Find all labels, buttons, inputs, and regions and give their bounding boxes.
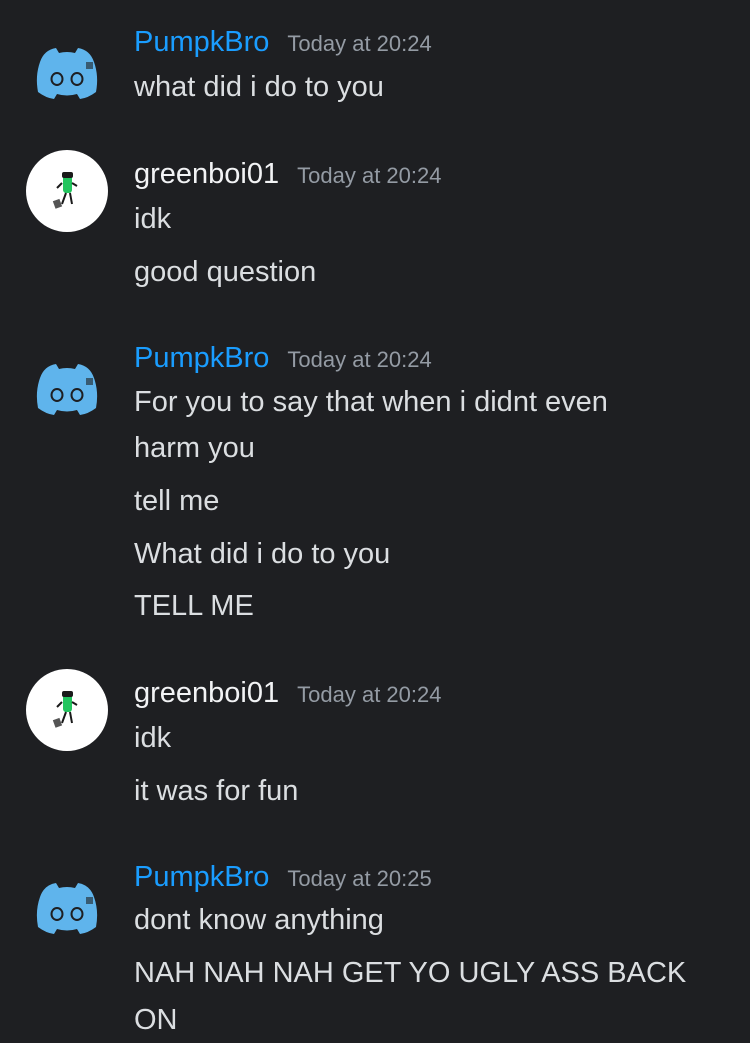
username[interactable]: PumpkBro [134,859,269,895]
discord-default-avatar-icon [36,883,98,934]
message-header: PumpkBro Today at 20:24 [134,340,432,376]
message-line: For you to say that when i didnt even [134,386,608,418]
message-line: good question [134,256,317,288]
message-header: PumpkBro Today at 20:25 [134,859,432,895]
discord-default-avatar-icon [36,364,98,415]
message-line: NAH NAH NAH GET YO UGLY ASS BACK [134,957,687,989]
message-header: PumpkBro Today at 20:24 [134,24,432,60]
avatar[interactable] [26,150,108,232]
message-line: idk [134,203,172,235]
message-line: idk [134,722,172,754]
timestamp: Today at 20:24 [297,163,442,188]
message-line: it was for fun [134,775,299,807]
green-character-avatar-icon [52,172,78,209]
message-line: what did i do to you [134,71,384,103]
avatar[interactable] [26,669,108,751]
username[interactable]: PumpkBro [134,340,269,376]
message-line: ON [134,1004,178,1036]
message-line: What did i do to you [134,538,391,570]
avatar[interactable] [26,348,108,430]
timestamp: Today at 20:24 [287,31,432,56]
timestamp: Today at 20:24 [287,347,432,372]
avatar[interactable] [26,32,108,114]
message-line: dont know anything [134,904,384,936]
discord-default-avatar-icon [36,48,98,99]
green-character-avatar-icon [52,691,78,728]
timestamp: Today at 20:25 [287,866,432,891]
username[interactable]: PumpkBro [134,24,269,60]
message-line: tell me [134,485,220,517]
username[interactable]: greenboi01 [134,156,279,192]
message-line: TELL ME [134,590,254,622]
message-header: greenboi01 Today at 20:24 [134,675,441,711]
username[interactable]: greenboi01 [134,675,279,711]
timestamp: Today at 20:24 [297,682,442,707]
message-line: harm you [134,432,255,464]
avatar[interactable] [26,867,108,949]
message-header: greenboi01 Today at 20:24 [134,156,441,192]
